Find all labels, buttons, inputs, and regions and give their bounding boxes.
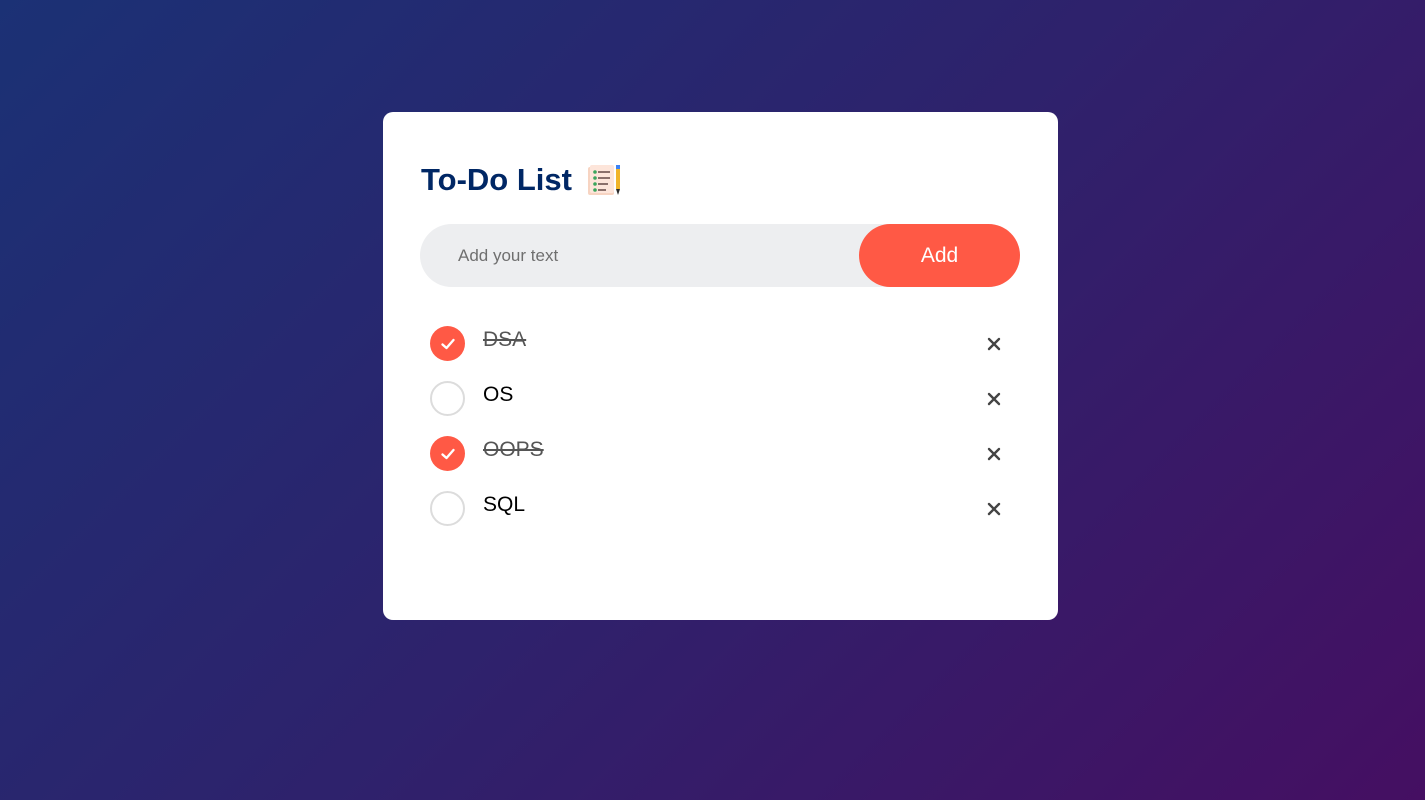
close-icon[interactable] [978,438,1010,470]
task-label: SQL [483,493,526,516]
close-icon[interactable] [978,493,1010,525]
add-task-row: Add [420,224,1020,287]
list-item[interactable]: OS [430,371,1010,426]
header: To-Do List [421,162,622,198]
task-label: DSA [483,328,527,351]
todo-card: To-Do List Add your text Add DSA OS OOPS… [383,112,1058,620]
check-icon [440,338,455,349]
checkbox[interactable] [430,381,465,416]
checkbox[interactable] [430,326,465,361]
task-list: DSA OS OOPS SQL [430,316,1010,536]
task-label: OOPS [483,438,544,461]
checklist-notepad-icon [586,163,622,197]
close-icon[interactable] [978,328,1010,360]
task-input[interactable] [420,224,859,287]
checkbox[interactable] [430,491,465,526]
page-title: To-Do List [421,162,572,197]
add-button[interactable]: Add [859,224,1020,287]
list-item[interactable]: DSA [430,316,1010,371]
list-item[interactable]: SQL [430,481,1010,536]
task-label: OS [483,383,514,406]
close-icon[interactable] [978,383,1010,415]
checkbox[interactable] [430,436,465,471]
list-item[interactable]: OOPS [430,426,1010,481]
check-icon [440,448,455,459]
